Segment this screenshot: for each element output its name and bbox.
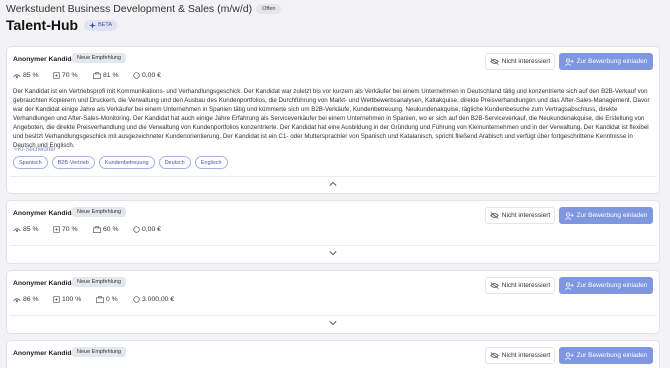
job-status-badge: Offen [256, 4, 282, 14]
salary-stat: 0,00 € [133, 72, 161, 79]
recommendation-badge: Neue Empfehlung [72, 53, 127, 63]
page-title: Talent-Hub [6, 17, 79, 33]
not-interested-button[interactable]: Nicht interessiert [485, 277, 555, 294]
candidate-stats: 86 % 100 % 0 % 3.000,00 € [13, 296, 174, 303]
keyword-tags: Spanisch B2B-Vertrieb Kundenbetreuung De… [13, 156, 228, 169]
experience-stat: 81 % [93, 72, 133, 79]
candidate-name: Anonymer Kandidat [13, 280, 78, 287]
skills-stat: 100 % [53, 296, 96, 303]
candidate-stats: 85 % 70 % 60 % 0,00 € [13, 226, 161, 233]
candidate-card: Anonymer Kandidat Neue Empfehlung Nicht … [6, 270, 660, 334]
not-interested-button[interactable]: Nicht interessiert [485, 347, 555, 364]
divider [10, 245, 656, 246]
briefcase-icon [93, 72, 101, 79]
money-icon [133, 226, 140, 233]
job-title: Werkstudent Business Development & Sales… [6, 3, 253, 15]
invite-label: Zur Bewerbung einladen [576, 352, 648, 359]
user-plus-icon [564, 351, 574, 360]
match-icon [13, 228, 21, 232]
chevron-down-icon[interactable] [329, 250, 337, 256]
match-icon [13, 74, 21, 78]
invite-button[interactable]: Zur Bewerbung einladen [559, 347, 653, 364]
money-icon [133, 72, 140, 79]
not-interested-label: Nicht interessiert [501, 212, 551, 219]
puzzle-icon [53, 296, 60, 303]
user-plus-icon [564, 211, 574, 220]
invite-label: Zur Bewerbung einladen [576, 282, 648, 289]
skills-stat: 70 % [53, 226, 93, 233]
invite-button[interactable]: Zur Bewerbung einladen [559, 53, 653, 70]
invite-button[interactable]: Zur Bewerbung einladen [559, 207, 653, 224]
user-plus-icon [564, 281, 574, 290]
beta-badge: BETA [84, 19, 118, 31]
salary-stat: 3.000,00 € [133, 296, 174, 303]
candidate-stats: 85 % 70 % 81 % 0,00 € [13, 72, 161, 79]
experience-stat: 0 % [96, 296, 133, 303]
candidate-name: Anonymer Kandidat [13, 350, 78, 357]
match-icon [13, 298, 21, 302]
keyword-tag: Spanisch [13, 156, 48, 169]
not-interested-label: Nicht interessiert [501, 352, 551, 359]
candidate-name: Anonymer Kandidat [13, 210, 78, 217]
candidate-card: Anonymer Kandidat Neue Empfehlung Nicht … [6, 340, 660, 368]
money-icon [133, 296, 140, 303]
page-header: Werkstudent Business Development & Sales… [6, 2, 282, 33]
not-interested-button[interactable]: Nicht interessiert [485, 53, 555, 70]
keyword-tag: Kundenbetreuung [98, 156, 155, 169]
ai-sparkle-icon [89, 21, 97, 29]
keyword-tag: Englisch [194, 156, 228, 169]
not-interested-button[interactable]: Nicht interessiert [485, 207, 555, 224]
puzzle-icon [53, 226, 60, 233]
not-interested-label: Nicht interessiert [501, 282, 551, 289]
recommendation-badge: Neue Empfehlung [72, 277, 127, 287]
briefcase-icon [93, 226, 101, 233]
keyword-tag: B2B-Vertrieb [51, 156, 95, 169]
skills-stat: 70 % [53, 72, 93, 79]
puzzle-icon [53, 72, 60, 79]
invite-label: Zur Bewerbung einladen [576, 212, 648, 219]
salary-stat: 0,00 € [133, 226, 161, 233]
briefcase-icon [96, 296, 104, 303]
invite-label: Zur Bewerbung einladen [576, 58, 648, 65]
not-interested-label: Nicht interessiert [501, 58, 551, 65]
eye-off-icon [490, 282, 499, 289]
candidate-card: Anonymer Kandidat Neue Empfehlung Nicht … [6, 200, 660, 264]
chevron-down-icon[interactable] [329, 320, 337, 326]
eye-off-icon [490, 212, 499, 219]
candidate-description: Der Kandidat ist ein Vertriebsprofi mit … [13, 88, 650, 149]
keyword-tag: Deutsch [158, 156, 191, 169]
invite-button[interactable]: Zur Bewerbung einladen [559, 277, 653, 294]
recommendation-badge: Neue Empfehlung [72, 347, 127, 357]
beta-label: BETA [98, 22, 113, 28]
divider [10, 315, 656, 316]
ai-keywords-label: ✧KI-Stichwörter [13, 147, 56, 153]
experience-stat: 60 % [93, 226, 133, 233]
eye-off-icon [490, 352, 499, 359]
eye-off-icon [490, 58, 499, 65]
candidate-name: Anonymer Kandidat [13, 56, 78, 63]
user-plus-icon [564, 57, 574, 66]
match-stat: 85 % [13, 226, 53, 233]
match-stat: 85 % [13, 72, 53, 79]
divider [10, 176, 656, 177]
chevron-up-icon[interactable] [329, 181, 337, 187]
recommendation-badge: Neue Empfehlung [72, 207, 127, 217]
candidate-card: Anonymer Kandidat Neue Empfehlung Nicht … [6, 46, 660, 194]
match-stat: 86 % [13, 296, 53, 303]
